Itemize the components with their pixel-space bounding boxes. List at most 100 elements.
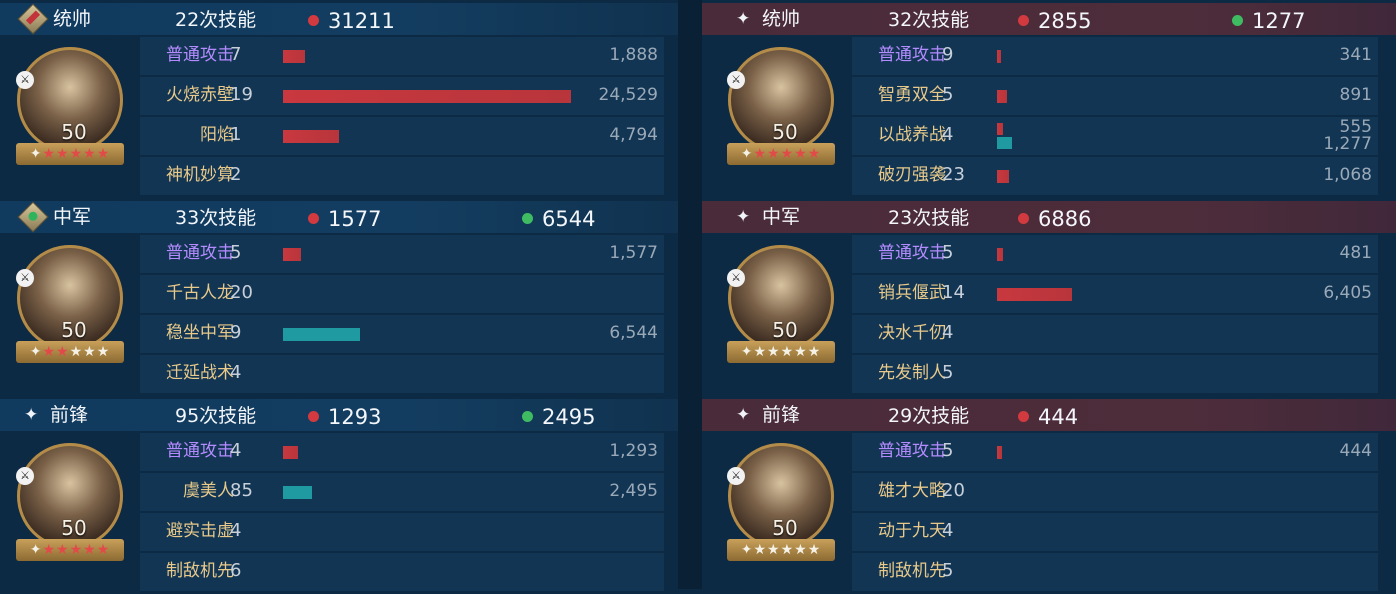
skill-value-heal: 1,277 xyxy=(1323,134,1372,154)
skill-name: 破刃强袭 xyxy=(878,165,946,185)
damage-total: 6886 xyxy=(1038,207,1092,231)
damage-bar xyxy=(997,123,1003,135)
skill-value: 481 xyxy=(1339,243,1372,263)
damage-dot-icon xyxy=(308,15,319,26)
skill-name: 普通攻击 xyxy=(166,45,234,65)
skill-row: 普通攻击 4 1,293 xyxy=(140,433,664,471)
troop-type-icon: ⚔ xyxy=(727,71,745,89)
skill-row: 普通攻击 5 481 xyxy=(852,235,1378,273)
hero-avatar[interactable]: ✦★★★★★ 50 ⚔ xyxy=(16,245,124,365)
star-rating: ✦★★★★★ xyxy=(740,344,822,360)
star-rating: ✦★★★★★ xyxy=(740,146,822,162)
damage-bar xyxy=(997,170,1009,183)
skill-value: 4,794 xyxy=(609,125,658,145)
skill-value: 341 xyxy=(1339,45,1372,65)
role-label: 中军 xyxy=(53,206,92,228)
heal-total: 2495 xyxy=(542,405,596,429)
troop-type-icon: ⚔ xyxy=(727,467,745,485)
right-team-panel: ✦ 统帅 32次技能 2855 1277 ✦★★★★★ 50 ⚔ 普通攻击 9 341 智勇双全 5 89… xyxy=(702,0,1396,591)
right-group-0: ✦ 统帅 32次技能 2855 1277 ✦★★★★★ 50 ⚔ 普通攻击 9 341 智勇双全 5 89… xyxy=(702,0,1396,198)
hero-level: 50 xyxy=(61,516,87,540)
skill-count: 33次技能 xyxy=(175,207,257,229)
skill-name: 神机妙算 xyxy=(166,165,234,185)
skill-value: 891 xyxy=(1339,85,1372,105)
skill-name: 稳坐中军 xyxy=(166,323,234,343)
skill-value: 1,577 xyxy=(609,243,658,263)
sparkle-icon: ✦ xyxy=(736,405,751,425)
group-header: ✦ 统帅 32次技能 2855 1277 xyxy=(702,3,1396,35)
left-team-panel: 统帅 22次技能 31211 ✦★★★★★ 50 ⚔ 普通攻击 7 1,888 火烧赤壁 19 24,… xyxy=(0,0,678,591)
skill-row: 雄才大略 20 xyxy=(852,473,1378,511)
right-group-2: ✦ 前锋 29次技能 444 ✦★★★★★ 50 ⚔ 普通攻击 5 444 雄才大略 20 动于九天 4 制… xyxy=(702,396,1396,594)
damage-bar xyxy=(283,248,301,261)
hero-avatar[interactable]: ✦★★★★★ 50 ⚔ xyxy=(727,443,835,563)
role-label: 中军 xyxy=(762,206,801,228)
star-rating: ✦★★★★★ xyxy=(29,344,111,360)
skill-row: 普通攻击 5 1,577 xyxy=(140,235,664,273)
skill-cast-count: 14 xyxy=(942,282,965,303)
damage-bar xyxy=(283,446,298,459)
skill-row: 制敌机先 5 xyxy=(852,553,1378,591)
damage-bar xyxy=(283,90,571,103)
left-group-0: 统帅 22次技能 31211 ✦★★★★★ 50 ⚔ 普通攻击 7 1,888 火烧赤壁 19 24,… xyxy=(0,0,678,198)
skill-row: 稳坐中军 9 6,544 xyxy=(140,315,664,353)
commander-badge-icon xyxy=(17,3,49,35)
hero-level: 50 xyxy=(61,318,87,342)
hero-avatar[interactable]: ✦★★★★★ 50 ⚔ xyxy=(16,47,124,167)
skill-cast-count: 4 xyxy=(942,322,954,343)
skill-name: 阳焰 xyxy=(200,125,234,145)
star-rating: ✦★★★★★ xyxy=(29,542,111,558)
center-divider xyxy=(678,0,702,589)
skill-value: 1,293 xyxy=(609,441,658,461)
skill-cast-count: 23 xyxy=(942,164,965,185)
skill-row: 神机妙算 2 xyxy=(140,157,664,195)
skill-name: 普通攻击 xyxy=(166,243,234,263)
skill-name: 决水千仞 xyxy=(878,323,946,343)
skill-row: 阳焰 1 4,794 xyxy=(140,117,664,155)
skill-cast-count: 4 xyxy=(942,124,954,145)
skill-cast-count: 1 xyxy=(230,124,242,145)
skill-cast-count: 5 xyxy=(230,242,242,263)
damage-bar xyxy=(997,288,1072,301)
troop-type-icon: ⚔ xyxy=(727,269,745,287)
role-label: 统帅 xyxy=(53,8,92,30)
diamond-icon xyxy=(17,201,49,233)
skill-row: 普通攻击 7 1,888 xyxy=(140,37,664,75)
hero-level: 50 xyxy=(61,120,87,144)
hero-level: 50 xyxy=(772,516,798,540)
skill-cast-count: 4 xyxy=(942,520,954,541)
damage-bar xyxy=(283,130,339,143)
skill-row: 破刃强袭 23 1,068 xyxy=(852,157,1378,195)
hero-avatar[interactable]: ✦★★★★★ 50 ⚔ xyxy=(727,47,835,167)
skill-name: 迁延战术 xyxy=(166,363,234,383)
heal-dot-icon xyxy=(522,411,533,422)
skill-cast-count: 5 xyxy=(942,440,954,461)
skill-row: 虞美人 85 2,495 xyxy=(140,473,664,511)
skill-cast-count: 5 xyxy=(942,84,954,105)
skill-row: 智勇双全 5 891 xyxy=(852,77,1378,115)
damage-total: 2855 xyxy=(1038,9,1092,33)
skill-name: 普通攻击 xyxy=(878,45,946,65)
role-label: 统帅 xyxy=(762,8,801,30)
star-rating: ✦★★★★★ xyxy=(29,146,111,162)
hero-avatar[interactable]: ✦★★★★★ 50 ⚔ xyxy=(16,443,124,563)
skill-row: 制敌机先 6 xyxy=(140,553,664,591)
troop-type-icon: ⚔ xyxy=(16,71,34,89)
damage-total: 444 xyxy=(1038,405,1079,429)
skill-count: 29次技能 xyxy=(888,405,970,427)
damage-bar xyxy=(997,446,1002,459)
heal-total: 1277 xyxy=(1252,9,1306,33)
damage-bar xyxy=(997,248,1003,261)
skill-row: 普通攻击 5 444 xyxy=(852,433,1378,471)
skill-value: 444 xyxy=(1339,441,1372,461)
left-group-2: ✦ 前锋 95次技能 1293 2495 ✦★★★★★ 50 ⚔ 普通攻击 4 1,293 虞美人 85… xyxy=(0,396,678,594)
skill-cast-count: 4 xyxy=(230,440,242,461)
skill-row: 迁延战术 4 xyxy=(140,355,664,393)
skill-count: 22次技能 xyxy=(175,9,257,31)
skill-cast-count: 20 xyxy=(942,480,965,501)
heal-badge-icon xyxy=(17,201,49,233)
skill-row: 火烧赤壁 19 24,529 xyxy=(140,77,664,115)
troop-type-icon: ⚔ xyxy=(16,269,34,287)
damage-dot-icon xyxy=(1018,15,1029,26)
hero-avatar[interactable]: ✦★★★★★ 50 ⚔ xyxy=(727,245,835,365)
